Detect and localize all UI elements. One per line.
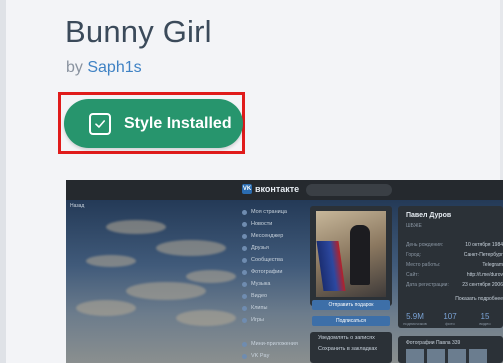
preview-info-row: День рождения: 10 октября 1984 <box>406 242 503 248</box>
preview-search-bar <box>306 184 392 196</box>
preview-back-link: Назад <box>70 203 85 209</box>
preview-menu-item: Сообщества <box>242 254 308 266</box>
menu-dot-icon <box>242 257 247 263</box>
author-byline: by Saph1s <box>66 59 142 77</box>
preview-menu-item: Видео <box>242 290 308 302</box>
person-figure-image <box>350 225 370 285</box>
preview-menu-item: Мини-приложения <box>242 338 308 350</box>
preview-profile-photo-card <box>310 206 392 306</box>
preview-logo: VK вконтакте <box>242 184 299 194</box>
flag-image <box>316 241 346 291</box>
preview-info-row: Дата регистрации: 23 сентября 2006 <box>406 282 503 288</box>
menu-dot-icon <box>242 293 247 299</box>
vk-logo-icon: VK <box>242 184 252 194</box>
preview-menu-item: Клипы <box>242 302 308 314</box>
preview-menu-item: Мессенджер <box>242 230 308 242</box>
menu-dot-icon <box>242 245 247 251</box>
preview-menu-divider <box>242 326 308 338</box>
preview-actions-list: Уведомлять о записях Сохранить в закладк… <box>310 332 392 363</box>
install-button-label: Style Installed <box>124 114 232 132</box>
preview-show-more: Показать подробнее <box>455 296 503 302</box>
style-installed-button[interactable]: Style Installed <box>64 99 243 148</box>
preview-stat: 15 видео <box>479 312 491 326</box>
photo-thumbnail <box>448 349 466 363</box>
preview-photos-block: Фотографии Павла 339 <box>398 336 503 363</box>
preview-photo-thumbs <box>406 349 487 363</box>
menu-dot-icon <box>242 317 247 323</box>
preview-photos-heading: Фотографии Павла 339 <box>406 340 461 346</box>
preview-info-row: Город: Санкт-Петербург <box>406 252 503 258</box>
preview-menu-item: Игры <box>242 314 308 326</box>
preview-stat: 107 фото <box>443 312 457 326</box>
preview-menu-item: Новости <box>242 218 308 230</box>
preview-list-item: Сохранить в закладках <box>318 345 378 352</box>
photo-thumbnail <box>427 349 445 363</box>
preview-site-name: вконтакте <box>255 184 300 194</box>
preview-profile-status: ШБЖЕ <box>406 223 422 229</box>
preview-profile-photo <box>316 211 386 297</box>
preview-menu-item: VK Pay <box>242 350 308 362</box>
menu-dot-icon <box>242 305 247 311</box>
preview-menu-item: Моя страница <box>242 206 308 218</box>
menu-dot-icon <box>242 233 247 239</box>
preview-profile-name: Павел Дуров <box>406 212 452 219</box>
menu-dot-icon <box>242 353 247 359</box>
preview-profile-info: Павел Дуров ШБЖЕ День рождения: 10 октябр… <box>398 206 503 328</box>
left-edge <box>0 0 6 363</box>
photo-thumbnail <box>469 349 487 363</box>
style-preview-image: VK вконтакте Назад Моя страница Новости … <box>66 180 503 363</box>
preview-send-gift-button: Отправить подарок <box>312 300 390 310</box>
author-link[interactable]: Saph1s <box>87 59 141 76</box>
menu-dot-icon <box>242 341 247 347</box>
menu-dot-icon <box>242 269 247 275</box>
style-title: Bunny Girl <box>65 14 212 49</box>
preview-list-item: Уведомлять о записях <box>318 334 375 341</box>
preview-menu-item: Друзья <box>242 242 308 254</box>
preview-info-row: Сайт: http://t.me/durov <box>406 272 503 278</box>
menu-dot-icon <box>242 221 247 227</box>
style-page: Bunny Girl by Saph1s Style Installed VK … <box>0 0 503 363</box>
preview-stats: 5.9M подписчиков 107 фото 15 видео <box>398 312 503 330</box>
preview-menu-item: Музыка <box>242 278 308 290</box>
checkmark-icon <box>89 112 111 135</box>
preview-info-row: Место работы: Telegram <box>406 262 503 268</box>
preview-menu-item: Фотографии <box>242 266 308 278</box>
preview-side-menu: Моя страница Новости Мессенджер Друзья С… <box>242 206 308 363</box>
preview-subscribe-button: Подписаться <box>312 316 390 326</box>
preview-stat: 5.9M подписчиков <box>403 312 427 326</box>
photo-thumbnail <box>406 349 424 363</box>
by-prefix: by <box>66 59 83 76</box>
menu-dot-icon <box>242 281 247 287</box>
menu-dot-icon <box>242 209 247 215</box>
